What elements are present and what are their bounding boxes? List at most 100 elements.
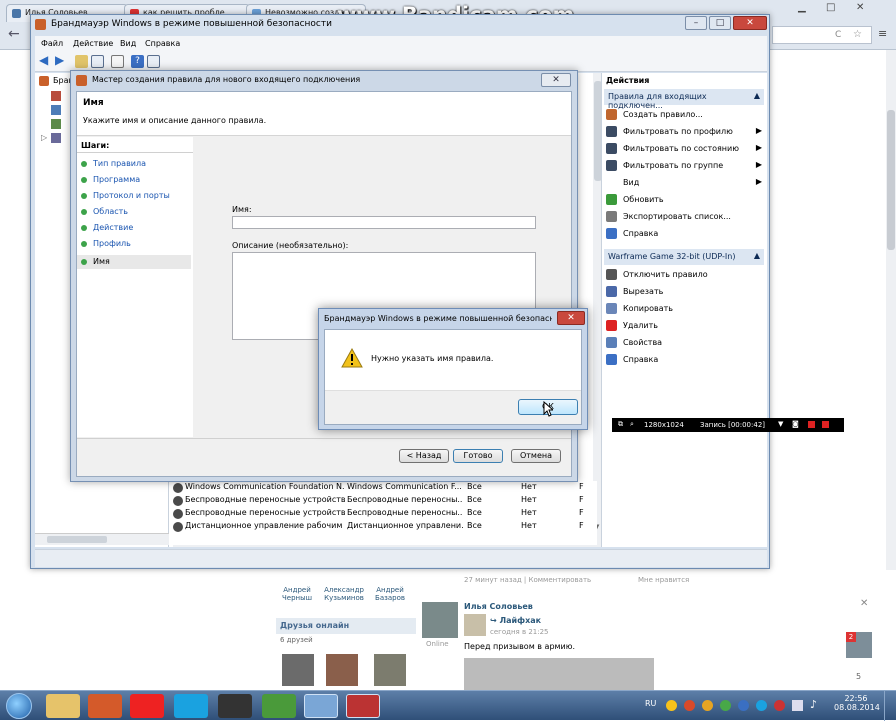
vk-user-avatar[interactable] xyxy=(422,602,458,638)
action-item[interactable]: Копировать xyxy=(606,301,764,317)
action-item[interactable]: Справка xyxy=(606,352,764,368)
taskbar-clock[interactable]: 22:56 08.08.2014 xyxy=(834,694,880,712)
action-item[interactable]: Свойства xyxy=(606,335,764,351)
vk-user-name[interactable]: Илья Соловьев xyxy=(464,602,533,611)
menu-view[interactable]: Вид xyxy=(120,39,136,48)
taskbar-mmc-icon[interactable] xyxy=(304,694,338,718)
bandicam-camera-icon[interactable]: ◙ xyxy=(792,420,799,428)
taskbar-explorer-icon[interactable] xyxy=(46,694,80,718)
taskbar-firewall-icon[interactable] xyxy=(346,694,380,718)
tray-icon-4[interactable] xyxy=(720,700,731,711)
browser-menu-icon[interactable]: ≡ xyxy=(878,27,887,40)
up-folder-icon[interactable] xyxy=(75,55,88,68)
collapse-up-icon[interactable]: ▲ xyxy=(754,91,760,100)
vk-online-avatar-3[interactable] xyxy=(374,654,406,686)
back-icon[interactable]: ◀ xyxy=(39,54,52,68)
tray-icon-2[interactable] xyxy=(684,700,695,711)
address-bar[interactable]: С ☆ xyxy=(772,26,872,44)
vk-repost-avatar[interactable] xyxy=(464,614,486,636)
action-item[interactable]: Обновить xyxy=(606,192,764,208)
vk-repost-image[interactable] xyxy=(464,658,654,690)
action-item[interactable]: Фильтровать по группе ▶ xyxy=(606,158,764,174)
vk-close-icon[interactable]: ✕ xyxy=(860,598,868,609)
mmc-maximize-button[interactable]: □ xyxy=(709,16,731,30)
mmc-minimize-button[interactable]: – xyxy=(685,16,707,30)
wizard-finish-button[interactable]: Готово xyxy=(453,449,503,463)
msgbox-close-button[interactable]: ✕ xyxy=(557,311,585,325)
bandicam-stop-icon[interactable] xyxy=(808,421,815,428)
table-row[interactable]: Беспроводные переносные устройства... Бес… xyxy=(169,494,597,507)
taskbar-utorrent-icon[interactable] xyxy=(262,694,296,718)
action-item[interactable]: Фильтровать по состоянию ▶ xyxy=(606,141,764,157)
action-item[interactable]: Создать правило... xyxy=(606,107,764,123)
inbound-rules-icon[interactable] xyxy=(51,91,61,101)
tray-skype-icon[interactable] xyxy=(756,700,767,711)
taskbar-ccleaner-icon[interactable] xyxy=(88,694,122,718)
vk-online-avatar-1[interactable] xyxy=(282,654,314,686)
bandicam-record-icon[interactable] xyxy=(822,421,829,428)
tree-hscrollbar[interactable] xyxy=(35,533,169,545)
vk-like-link[interactable]: Мне нравится xyxy=(638,576,689,584)
wizard-titlebar[interactable]: Мастер создания правила для нового входя… xyxy=(71,71,577,91)
action-item[interactable]: Справка xyxy=(606,226,764,242)
show-desktop-button[interactable] xyxy=(884,691,896,721)
expand-arrow-icon[interactable]: ▷ xyxy=(41,133,47,142)
menu-help[interactable]: Справка xyxy=(145,39,180,48)
security-rules-icon[interactable] xyxy=(51,119,61,129)
help-icon[interactable]: ? xyxy=(131,55,144,68)
tray-network-icon[interactable] xyxy=(792,700,803,711)
table-row[interactable]: Windows Communication Foundation N... Win… xyxy=(169,481,597,494)
tree-hscroll-thumb[interactable] xyxy=(47,536,107,543)
monitoring-icon[interactable] xyxy=(51,133,61,143)
taskbar-skype-icon[interactable] xyxy=(174,694,208,718)
action-item[interactable]: Вырезать xyxy=(606,284,764,300)
forward-icon[interactable]: ▶ xyxy=(55,54,68,68)
msgbox-titlebar[interactable]: Брандмауэр Windows в режиме повышенной б… xyxy=(319,309,587,329)
export-list-icon[interactable] xyxy=(111,55,124,68)
taskbar-yandex-icon[interactable] xyxy=(130,694,164,718)
taskbar-bandicam-icon[interactable] xyxy=(218,694,252,718)
actions-section-inbound[interactable]: Правила для входящих подключен... ▲ xyxy=(604,89,764,110)
rule-name-input[interactable] xyxy=(232,216,536,229)
table-row[interactable]: Беспроводные переносные устройства... Бес… xyxy=(169,507,597,520)
bookmark-star-icon[interactable]: ☆ xyxy=(853,29,862,40)
back-arrow-icon[interactable]: ← xyxy=(8,26,20,42)
action-item[interactable]: Отключить правило xyxy=(606,267,764,283)
bandicam-search-icon[interactable]: ⌕ xyxy=(630,420,634,429)
table-row[interactable]: Дистанционное управление рабочим с... Дис… xyxy=(169,520,597,533)
bandicam-window-icon[interactable]: ⧉ xyxy=(618,420,623,429)
minimize-icon[interactable]: ▁ xyxy=(798,2,806,13)
bandicam-dropdown-icon[interactable]: ▼ xyxy=(778,420,783,428)
wizard-cancel-button[interactable]: Отмена xyxy=(511,449,561,463)
vk-repost-name[interactable]: ↪ Лайфхак xyxy=(490,616,541,625)
menu-action[interactable]: Действие xyxy=(73,39,113,48)
wizard-back-button[interactable]: < Назад xyxy=(399,449,449,463)
tray-icon-3[interactable] xyxy=(702,700,713,711)
wizard-close-button[interactable]: ✕ xyxy=(541,73,571,87)
show-hide-action-pane-icon[interactable] xyxy=(147,55,160,68)
vk-friend-2[interactable]: Александр Кузьминов xyxy=(322,586,366,602)
tray-icon-5[interactable] xyxy=(738,700,749,711)
maximize-icon[interactable]: □ xyxy=(826,2,835,13)
vk-online-avatar-2[interactable] xyxy=(326,654,358,686)
tray-volume-icon[interactable]: ♪ xyxy=(810,698,817,711)
mmc-titlebar[interactable]: Брандмауэр Windows в режиме повышенной б… xyxy=(31,15,769,35)
action-item[interactable]: Экспортировать список... xyxy=(606,209,764,225)
show-hide-tree-icon[interactable] xyxy=(91,55,104,68)
menu-file[interactable]: Файл xyxy=(41,39,63,48)
tray-icon-7[interactable] xyxy=(774,700,785,711)
vk-friend-1[interactable]: Андрей Черныш xyxy=(282,586,312,602)
outbound-rules-icon[interactable] xyxy=(51,105,61,115)
start-button[interactable] xyxy=(6,693,32,719)
action-item[interactable]: Удалить xyxy=(606,318,764,334)
vk-friend-3[interactable]: Андрей Базаров xyxy=(374,586,406,602)
close-icon[interactable]: ✕ xyxy=(856,2,864,13)
tray-icon-1[interactable] xyxy=(666,700,677,711)
actions-section-rule[interactable]: Warframe Game 32-bit (UDP-In) ▲ xyxy=(604,249,764,265)
collapse-up-icon[interactable]: ▲ xyxy=(754,251,760,260)
taskbar-language[interactable]: RU xyxy=(645,699,656,708)
action-item[interactable]: Вид ▶ xyxy=(606,175,764,191)
mmc-close-button[interactable]: ✕ xyxy=(733,16,767,30)
browser-scroll-thumb[interactable] xyxy=(887,110,895,250)
action-item[interactable]: Фильтровать по профилю ▶ xyxy=(606,124,764,140)
